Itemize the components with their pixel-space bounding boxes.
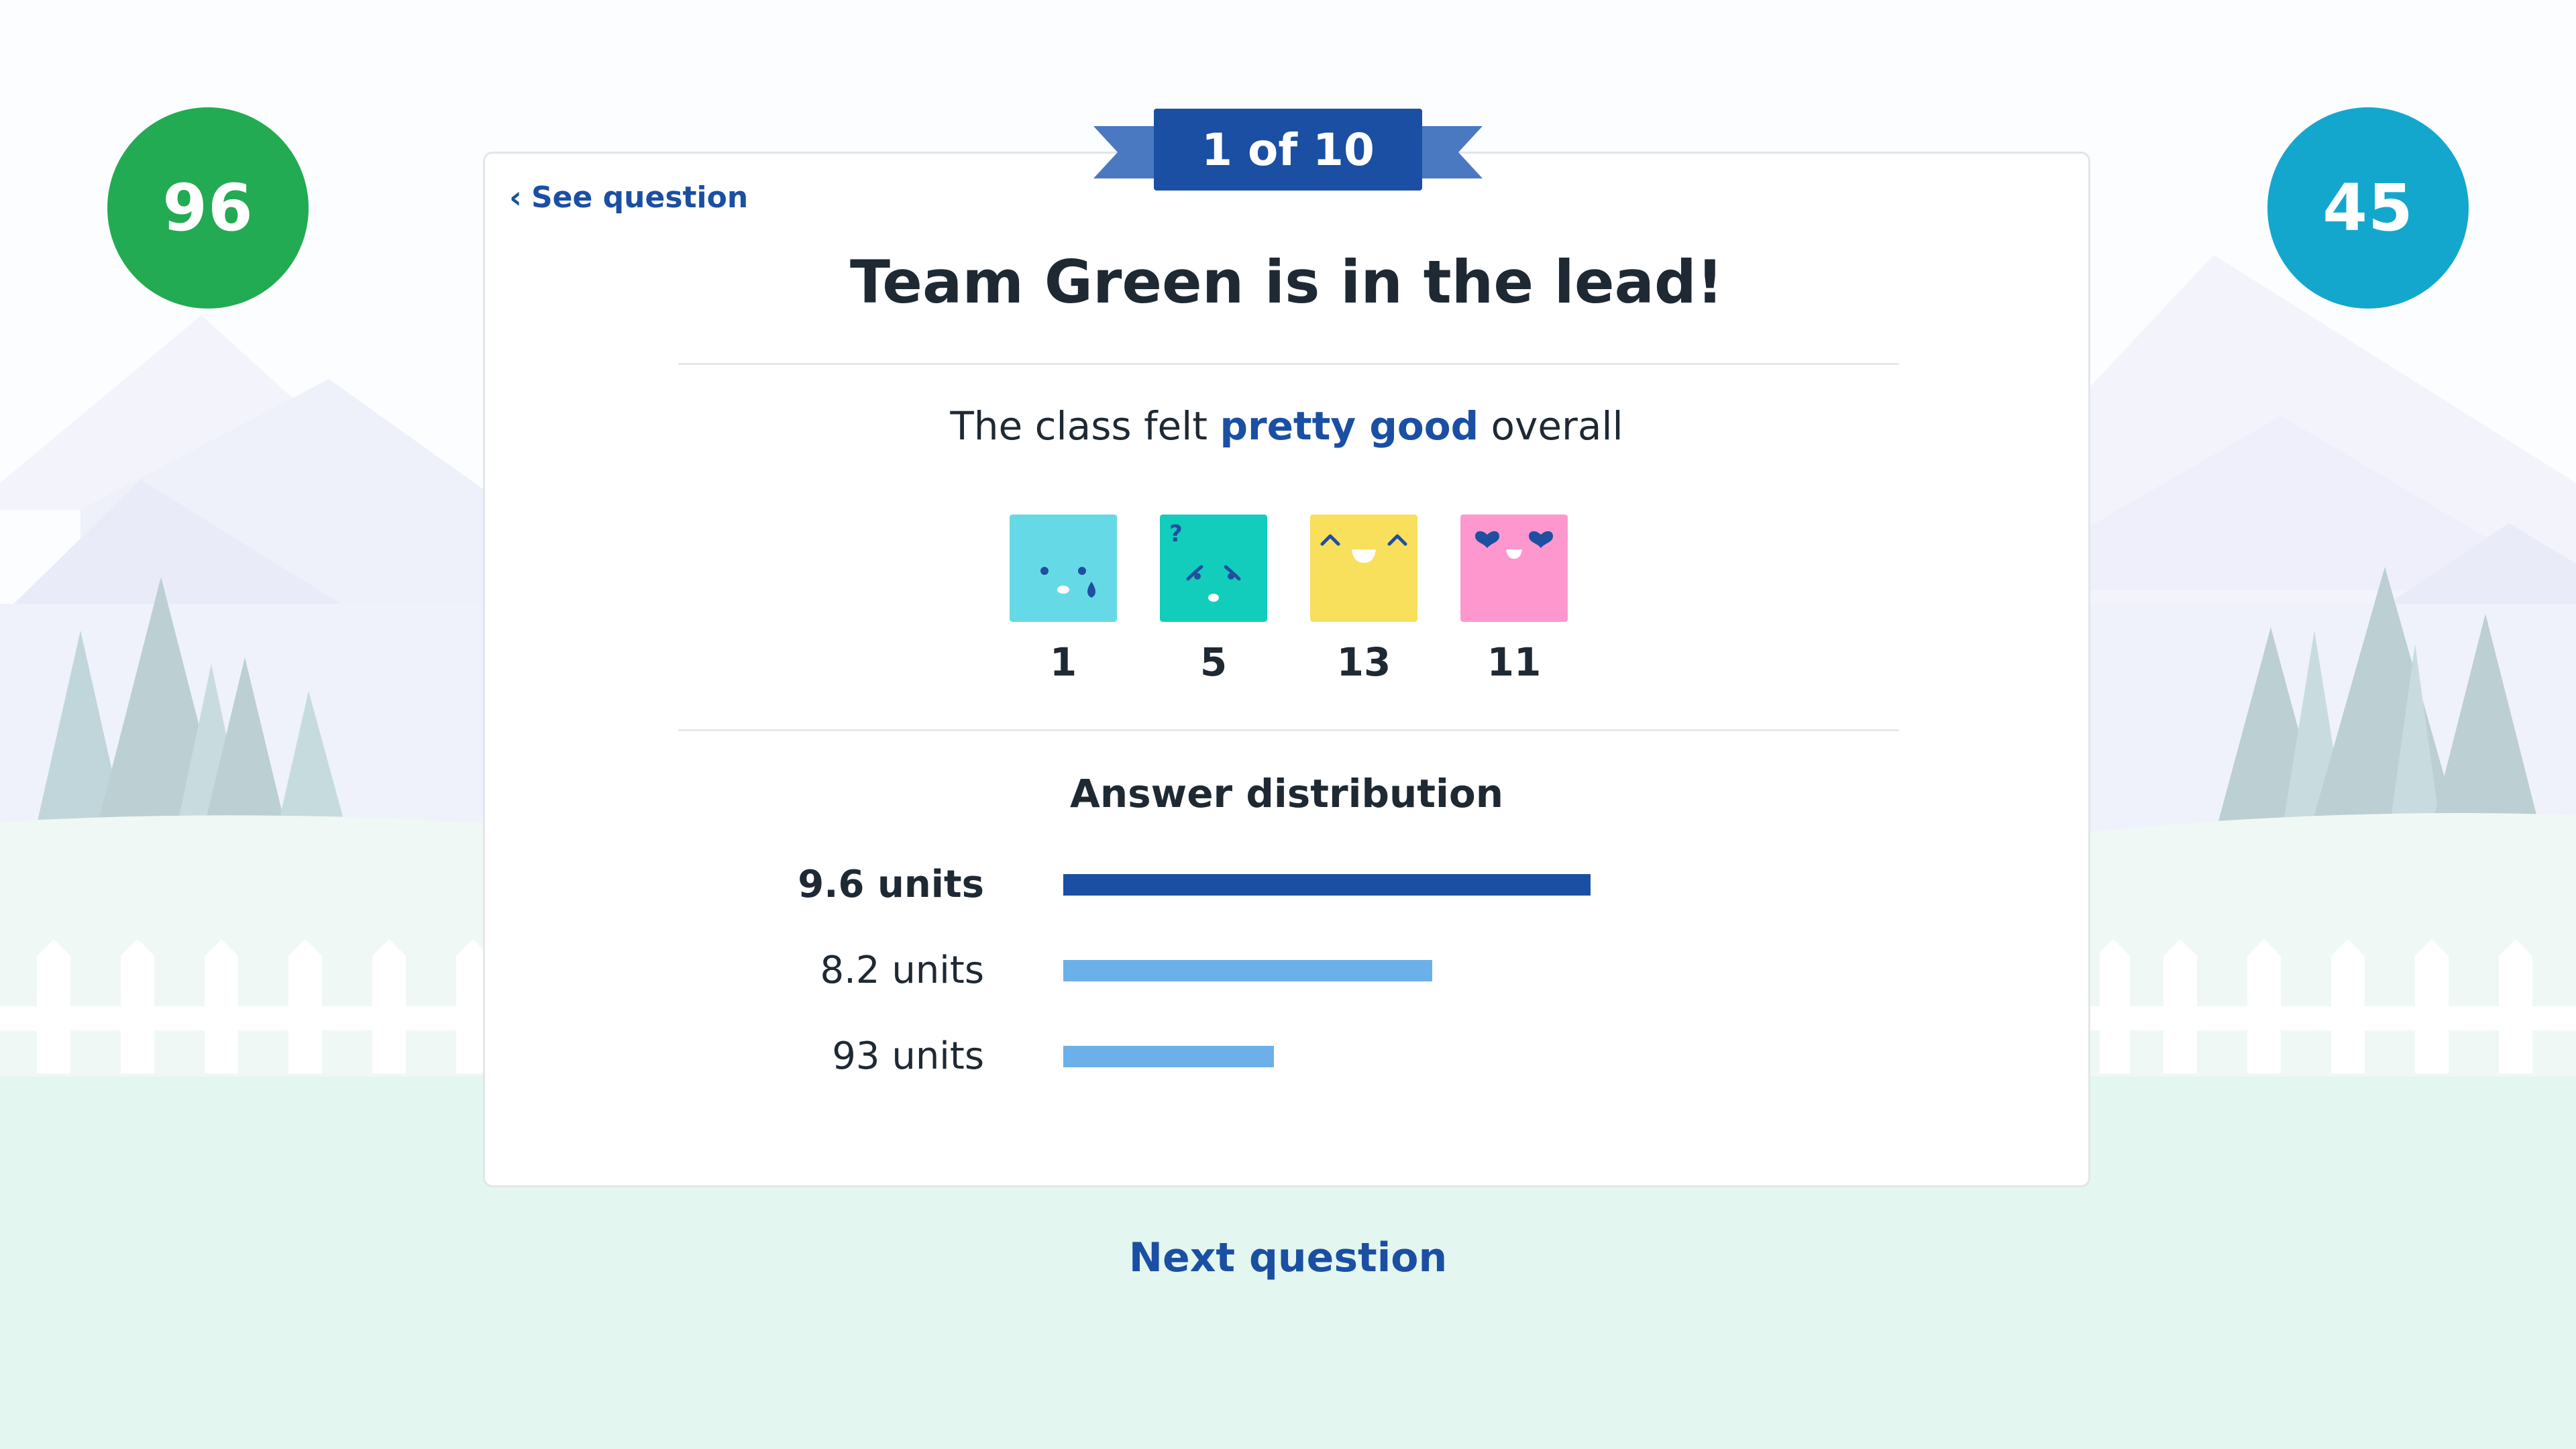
distribution-label: 9.6 units — [798, 862, 984, 906]
question-progress: 1 of 10 — [1201, 123, 1375, 176]
divider — [678, 729, 1899, 731]
love-face-icon — [1460, 515, 1568, 622]
mood-item-confused: ? 5 — [1160, 515, 1267, 685]
mood-summary-highlight: pretty good — [1220, 403, 1479, 449]
distribution-bar — [1063, 874, 1591, 896]
mood-summary-prefix: The class felt — [950, 403, 1220, 449]
distribution-bar — [1063, 1046, 1274, 1067]
see-question-link[interactable]: ‹ See question — [509, 179, 748, 215]
mood-item-sad: 1 — [1010, 515, 1117, 685]
next-question-label[interactable]: Next question — [1129, 1234, 1447, 1281]
mood-count: 1 — [1049, 639, 1077, 685]
distribution-row: 93 units — [485, 1032, 2088, 1079]
svg-text:?: ? — [1169, 521, 1183, 547]
page-title: Team Green is in the lead! — [849, 248, 1724, 317]
chevron-left-icon: ‹ — [509, 179, 522, 215]
distribution-title: Answer distribution — [1069, 771, 1504, 816]
mood-item-love: 11 — [1460, 515, 1568, 685]
distribution-label: 93 units — [832, 1034, 984, 1078]
team-green-score: 96 — [107, 107, 309, 309]
mood-count: 13 — [1336, 639, 1391, 685]
team-blue-score: 45 — [2267, 107, 2469, 309]
distribution-row: 9.6 units — [485, 861, 2088, 908]
mood-count: 5 — [1199, 639, 1228, 685]
mood-item-happy: 13 — [1310, 515, 1417, 685]
distribution-bar — [1063, 960, 1432, 981]
happy-face-icon — [1310, 515, 1417, 622]
sad-face-icon — [1010, 515, 1117, 622]
progress-ribbon: 1 of 10 — [1093, 109, 1483, 191]
mood-summary: The class felt pretty good overall — [485, 403, 2088, 449]
next-question-button[interactable]: Next question — [0, 1234, 2576, 1281]
mood-count: 11 — [1487, 639, 1542, 685]
distribution-row: 8.2 units — [485, 947, 2088, 994]
confused-face-icon: ? — [1160, 515, 1267, 622]
distribution-label: 8.2 units — [820, 948, 984, 992]
divider — [678, 363, 1899, 365]
results-card: ‹ See question Team Green is in the lead… — [483, 152, 2090, 1187]
mood-summary-suffix: overall — [1479, 403, 1623, 449]
see-question-label: See question — [531, 180, 749, 215]
